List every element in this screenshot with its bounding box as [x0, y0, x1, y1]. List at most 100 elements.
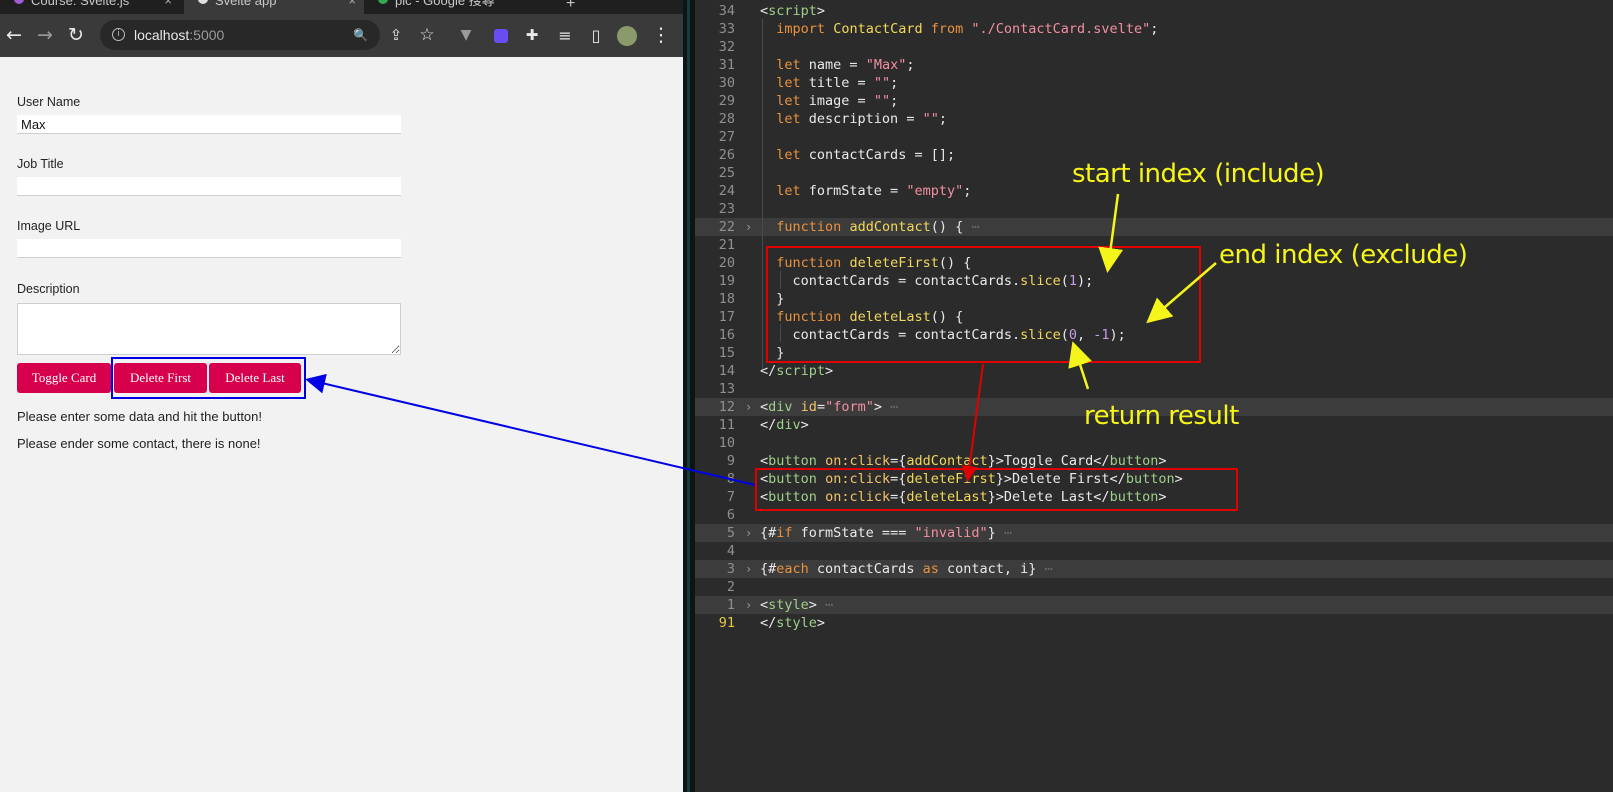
- form-hint-message: Please enter some data and hit the butto…: [17, 409, 263, 424]
- tab-favicon: [378, 0, 388, 4]
- line-number: 28: [718, 111, 735, 127]
- tab-course-svelte[interactable]: Course: Svelte.js ×: [0, 0, 180, 14]
- code-line[interactable]: 91 </style>: [695, 614, 1613, 632]
- jobtitle-input[interactable]: [17, 177, 401, 196]
- code-line[interactable]: 5 › {#if formState === "invalid"} ⋯: [695, 524, 1613, 542]
- code-line[interactable]: 28 let description = "";: [695, 110, 1613, 128]
- code-text[interactable]: </script>: [760, 362, 833, 380]
- code-line[interactable]: 30 let title = "";: [695, 74, 1613, 92]
- code-line[interactable]: 22 › function addContact() { ⋯: [695, 218, 1613, 236]
- url-text[interactable]: localhost:5000: [134, 27, 224, 43]
- code-text[interactable]: {#each contactCards as contact, i} ⋯: [760, 560, 1053, 578]
- window-divider: [683, 0, 695, 792]
- annotation-return-result: return result: [1084, 401, 1239, 431]
- code-line[interactable]: 10: [695, 434, 1613, 452]
- code-text[interactable]: import ContactCard from "./ContactCard.s…: [760, 20, 1158, 38]
- forward-arrow-icon[interactable]: →: [32, 14, 58, 57]
- imageurl-label: Image URL: [17, 219, 81, 233]
- line-number: 33: [718, 21, 735, 37]
- annotation-start-index: start index (include): [1072, 159, 1325, 189]
- line-number: 13: [718, 381, 735, 397]
- code-line[interactable]: 34 <script>: [695, 2, 1613, 20]
- line-number: 3: [726, 561, 735, 577]
- line-number: 16: [718, 327, 735, 343]
- close-tab-icon[interactable]: ×: [348, 0, 356, 7]
- site-info-icon[interactable]: i: [112, 28, 125, 41]
- code-line[interactable]: 13: [695, 380, 1613, 398]
- code-text[interactable]: let contactCards = [];: [760, 146, 955, 164]
- line-number: 27: [718, 129, 735, 145]
- code-text[interactable]: function addContact() { ⋯: [760, 218, 979, 236]
- code-line[interactable]: 14 </script>: [695, 362, 1613, 380]
- profile-avatar[interactable]: [614, 14, 640, 57]
- code-text[interactable]: <script>: [760, 2, 825, 20]
- line-number: 31: [718, 57, 735, 73]
- line-number: 4: [726, 543, 735, 559]
- fold-chevron-icon[interactable]: ›: [745, 524, 752, 542]
- tab-favicon: [14, 0, 24, 4]
- code-text[interactable]: let formState = "empty";: [760, 182, 971, 200]
- address-bar[interactable]: i localhost:5000 🔍: [100, 20, 380, 50]
- code-line[interactable]: 29 let image = "";: [695, 92, 1613, 110]
- code-text[interactable]: <style> ⋯: [760, 596, 833, 614]
- indent-guide: [762, 19, 763, 369]
- code-text[interactable]: let name = "Max";: [760, 56, 914, 74]
- code-text[interactable]: </div>: [760, 416, 809, 434]
- fold-chevron-icon[interactable]: ›: [745, 560, 752, 578]
- description-textarea[interactable]: [17, 303, 401, 355]
- line-number: 18: [718, 291, 735, 307]
- new-tab-button[interactable]: +: [566, 0, 586, 10]
- code-editor: 34 <script> 33 import ContactCard from "./…: [695, 0, 1613, 792]
- extension-vue-icon[interactable]: ▼: [453, 14, 479, 57]
- code-line[interactable]: 27: [695, 128, 1613, 146]
- line-number: 7: [726, 489, 735, 505]
- extensions-puzzle-icon[interactable]: ✚: [519, 14, 545, 57]
- code-text[interactable]: let title = "";: [760, 74, 898, 92]
- tab-google-search[interactable]: pic - Google 搜尋: [368, 0, 548, 14]
- line-number: 11: [718, 417, 735, 433]
- fold-chevron-icon[interactable]: ›: [745, 398, 752, 416]
- line-number: 15: [718, 345, 735, 361]
- code-line[interactable]: 32: [695, 38, 1613, 56]
- fold-chevron-icon[interactable]: ›: [745, 218, 752, 236]
- line-number: 6: [726, 507, 735, 523]
- line-number: 1: [726, 597, 735, 613]
- code-text[interactable]: let image = "";: [760, 92, 898, 110]
- code-line[interactable]: 33 import ContactCard from "./ContactCar…: [695, 20, 1613, 38]
- code-text[interactable]: </style>: [760, 614, 825, 632]
- line-number: 14: [718, 363, 735, 379]
- url-host: localhost: [134, 27, 190, 43]
- code-line[interactable]: 4: [695, 542, 1613, 560]
- username-input[interactable]: [17, 115, 401, 134]
- line-number: 23: [718, 201, 735, 217]
- reload-icon[interactable]: ↻: [63, 14, 89, 57]
- browser-menu-icon[interactable]: ⋮: [648, 14, 674, 57]
- media-control-icon[interactable]: ≡: [552, 14, 578, 57]
- line-number: 9: [726, 453, 735, 469]
- code-line[interactable]: 3 › {#each contactCards as contact, i} ⋯: [695, 560, 1613, 578]
- blue-highlight-box: [111, 357, 306, 399]
- close-tab-icon[interactable]: ×: [164, 0, 172, 7]
- extension-purple-icon[interactable]: [488, 14, 514, 57]
- zoom-icon[interactable]: 🔍: [353, 20, 368, 50]
- no-contacts-message: Please ender some contact, there is none…: [17, 436, 261, 451]
- annotation-end-index: end index (exclude): [1219, 240, 1468, 270]
- tab-svelte-app[interactable]: Svelte app ×: [184, 0, 364, 14]
- code-line[interactable]: 23: [695, 200, 1613, 218]
- fold-chevron-icon[interactable]: ›: [745, 596, 752, 614]
- side-panel-icon[interactable]: ▯: [583, 14, 609, 57]
- share-icon[interactable]: ⇪: [383, 14, 409, 57]
- bookmark-star-icon[interactable]: ☆: [414, 14, 440, 57]
- code-line[interactable]: 1 › <style> ⋯: [695, 596, 1613, 614]
- code-text[interactable]: {#if formState === "invalid"} ⋯: [760, 524, 1012, 542]
- toggle-card-button[interactable]: Toggle Card: [17, 363, 111, 393]
- imageurl-input[interactable]: [17, 239, 401, 258]
- line-number: 20: [718, 255, 735, 271]
- line-number: 29: [718, 93, 735, 109]
- code-text[interactable]: <div id="form"> ⋯: [760, 398, 898, 416]
- back-arrow-icon[interactable]: ←: [1, 14, 27, 57]
- url-port: :5000: [189, 27, 225, 43]
- code-line[interactable]: 31 let name = "Max";: [695, 56, 1613, 74]
- code-text[interactable]: let description = "";: [760, 110, 947, 128]
- code-line[interactable]: 2: [695, 578, 1613, 596]
